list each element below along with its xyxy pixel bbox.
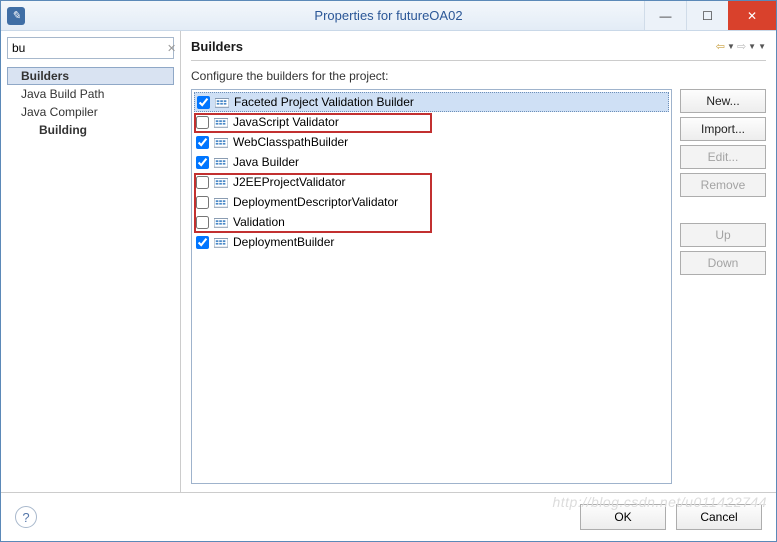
- dialog-footer: ? OK Cancel: [1, 493, 776, 541]
- builder-label: J2EEProjectValidator: [233, 175, 346, 189]
- forward-dropdown-icon[interactable]: ▼: [748, 42, 756, 51]
- dialog-upper: ✕ Builders Java Build Path Java Compiler…: [1, 31, 776, 493]
- builders-list[interactable]: Faceted Project Validation Builder JavaSc…: [191, 89, 672, 484]
- page-header: Builders ⇦▼ ⇨▼ ▼: [191, 39, 766, 61]
- side-buttons: New... Import... Edit... Remove Up Down: [680, 89, 766, 484]
- builder-label: JavaScript Validator: [233, 115, 339, 129]
- builder-icon: [214, 95, 230, 109]
- builder-row[interactable]: DeploymentBuilder: [194, 232, 669, 252]
- filter-tree-pane: ✕ Builders Java Build Path Java Compiler…: [1, 31, 181, 492]
- ok-button[interactable]: OK: [580, 504, 666, 530]
- builder-icon: [213, 235, 229, 249]
- edit-button[interactable]: Edit...: [680, 145, 766, 169]
- properties-page: Builders ⇦▼ ⇨▼ ▼ Configure the builders …: [181, 31, 776, 492]
- menu-dropdown-icon[interactable]: ▼: [758, 42, 766, 51]
- builder-icon: [213, 175, 229, 189]
- back-dropdown-icon[interactable]: ▼: [727, 42, 735, 51]
- builder-checkbox[interactable]: [196, 196, 209, 209]
- builder-label: Faceted Project Validation Builder: [234, 95, 414, 109]
- maximize-button[interactable]: ☐: [686, 1, 728, 30]
- clear-filter-icon[interactable]: ✕: [167, 41, 176, 55]
- builder-row[interactable]: JavaScript Validator: [194, 112, 669, 132]
- builder-label: Validation: [233, 215, 285, 229]
- remove-button[interactable]: Remove: [680, 173, 766, 197]
- builder-checkbox[interactable]: [196, 136, 209, 149]
- up-button[interactable]: Up: [680, 223, 766, 247]
- history-nav: ⇦▼ ⇨▼ ▼: [716, 40, 766, 53]
- new-button[interactable]: New...: [680, 89, 766, 113]
- back-icon[interactable]: ⇦: [716, 40, 725, 53]
- dialog-body: ✕ Builders Java Build Path Java Compiler…: [1, 31, 776, 541]
- builder-icon: [213, 135, 229, 149]
- builder-row[interactable]: Validation: [194, 212, 669, 232]
- tree-item-java-compiler[interactable]: Java Compiler: [7, 103, 174, 121]
- builder-label: DeploymentDescriptorValidator: [233, 195, 398, 209]
- builder-icon: [213, 215, 229, 229]
- builder-label: Java Builder: [233, 155, 299, 169]
- builder-row[interactable]: J2EEProjectValidator: [194, 172, 669, 192]
- page-title: Builders: [191, 39, 243, 54]
- close-button[interactable]: ✕: [728, 1, 776, 30]
- builder-label: WebClasspathBuilder: [233, 135, 348, 149]
- page-body: Faceted Project Validation Builder JavaSc…: [191, 89, 766, 484]
- builder-row[interactable]: Faceted Project Validation Builder: [194, 92, 669, 112]
- titlebar: ✎ Properties for futureOA02 — ☐ ✕: [1, 1, 776, 31]
- down-button[interactable]: Down: [680, 251, 766, 275]
- minimize-button[interactable]: —: [644, 1, 686, 30]
- page-subtitle: Configure the builders for the project:: [191, 69, 766, 83]
- help-icon[interactable]: ?: [15, 506, 37, 528]
- tree-item-building[interactable]: Building: [7, 121, 174, 139]
- builder-label: DeploymentBuilder: [233, 235, 334, 249]
- import-button[interactable]: Import...: [680, 117, 766, 141]
- builder-checkbox[interactable]: [196, 236, 209, 249]
- tree-item-builders[interactable]: Builders: [7, 67, 174, 85]
- builder-checkbox[interactable]: [196, 216, 209, 229]
- builder-checkbox[interactable]: [197, 96, 210, 109]
- builder-icon: [213, 115, 229, 129]
- builder-checkbox[interactable]: [196, 116, 209, 129]
- app-icon: ✎: [7, 7, 25, 25]
- filter-box: ✕: [7, 37, 174, 59]
- builder-row[interactable]: WebClasspathBuilder: [194, 132, 669, 152]
- window-controls: — ☐ ✕: [644, 1, 776, 30]
- property-tree: Builders Java Build Path Java Compiler B…: [7, 67, 174, 139]
- builder-checkbox[interactable]: [196, 156, 209, 169]
- tree-item-java-build-path[interactable]: Java Build Path: [7, 85, 174, 103]
- builder-row[interactable]: Java Builder: [194, 152, 669, 172]
- cancel-button[interactable]: Cancel: [676, 504, 762, 530]
- dialog-window: ✎ Properties for futureOA02 — ☐ ✕ ✕ Buil…: [0, 0, 777, 542]
- builder-row[interactable]: DeploymentDescriptorValidator: [194, 192, 669, 212]
- builder-icon: [213, 155, 229, 169]
- filter-input[interactable]: [12, 41, 167, 55]
- builder-icon: [213, 195, 229, 209]
- forward-icon[interactable]: ⇨: [737, 40, 746, 53]
- builder-checkbox[interactable]: [196, 176, 209, 189]
